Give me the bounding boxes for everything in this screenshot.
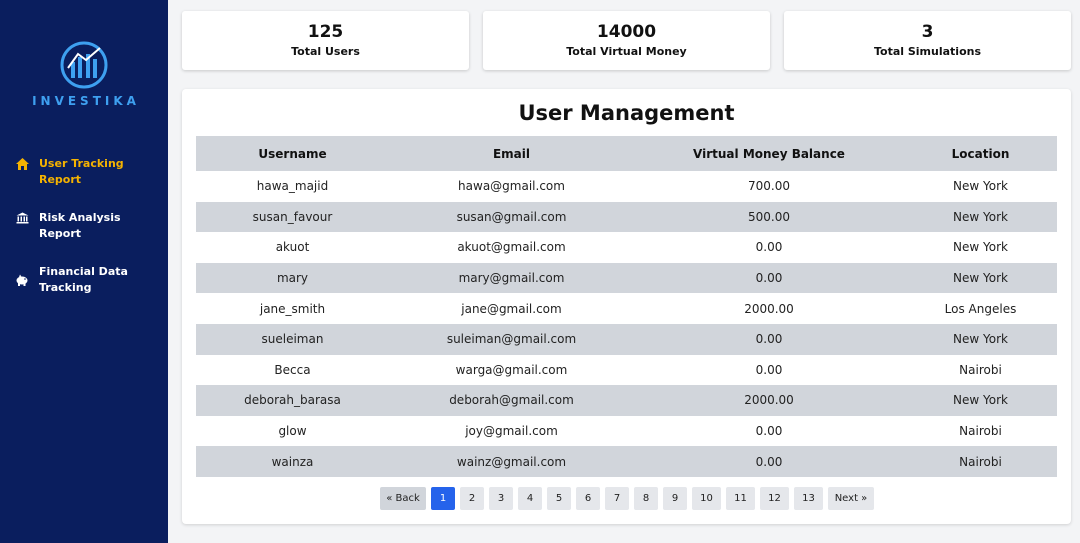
- cell-username: wainza: [196, 446, 389, 477]
- stat-label: Total Simulations: [873, 45, 982, 58]
- pagination: « Back 1 2 3 4 5 6 7 8 9 10 11 12 13 Nex…: [380, 487, 879, 510]
- stat-card-total-simulations: 3 Total Simulations: [784, 11, 1071, 70]
- pagination-page-5[interactable]: 5: [547, 487, 571, 510]
- pagination-page-11[interactable]: 11: [726, 487, 755, 510]
- cell-balance: 0.00: [634, 446, 904, 477]
- column-header-email: Email: [389, 136, 634, 171]
- cell-email: warga@gmail.com: [455, 362, 568, 377]
- cell-username: susan_favour: [196, 201, 389, 233]
- piggy-bank-icon: [14, 272, 30, 288]
- home-icon: [14, 156, 30, 172]
- cell-email: jane@gmail.com: [461, 301, 562, 316]
- cell-location: New York: [953, 179, 1008, 194]
- table-row: deborah_barasa deborah@gmail.com 2000.00…: [196, 385, 1057, 416]
- cell-balance: 700.00: [748, 179, 790, 194]
- cell-location: Los Angeles: [944, 301, 1017, 316]
- stat-label: Total Users: [291, 45, 360, 58]
- cell-location: New York: [904, 323, 1057, 355]
- stat-value: 14000: [596, 22, 657, 42]
- sidebar-item-label: Risk Analysis Report: [39, 211, 121, 240]
- pagination-page-13[interactable]: 13: [794, 487, 823, 510]
- sidebar-item-financial-data-tracking[interactable]: Financial Data Tracking: [14, 264, 164, 296]
- cell-username: deborah_barasa: [196, 385, 389, 416]
- cell-email: susan@gmail.com: [389, 201, 634, 233]
- cell-balance: 0.00: [755, 240, 783, 255]
- pagination-page-6[interactable]: 6: [576, 487, 600, 510]
- cell-email: suleiman@gmail.com: [389, 323, 634, 355]
- cell-balance: 2000.00: [744, 301, 794, 316]
- cell-email: joy@gmail.com: [465, 424, 558, 439]
- cell-location: New York: [904, 385, 1057, 416]
- pagination-page-2[interactable]: 2: [460, 487, 484, 510]
- cell-balance: 0.00: [634, 262, 904, 294]
- cell-email: deborah@gmail.com: [389, 385, 634, 416]
- sidebar-item-user-tracking-report[interactable]: User Tracking Report: [14, 156, 164, 188]
- stat-label: Total Virtual Money: [566, 45, 687, 58]
- cell-location: Nairobi: [959, 424, 1002, 439]
- table-row: wainza wainz@gmail.com 0.00 Nairobi: [196, 446, 1057, 477]
- cell-location: New York: [904, 201, 1057, 233]
- cell-location: New York: [904, 262, 1057, 294]
- sidebar: INVESTIKA User Tracking Report Risk Anal…: [0, 0, 168, 543]
- pagination-page-10[interactable]: 10: [692, 487, 721, 510]
- cell-balance: 0.00: [755, 362, 783, 377]
- cell-username: akuot: [275, 240, 310, 255]
- pagination-page-8[interactable]: 8: [634, 487, 658, 510]
- cell-username: Becca: [274, 362, 311, 377]
- table-row: jane_smith jane@gmail.com 2000.00 Los An…: [196, 293, 1057, 324]
- stat-value: 3: [921, 22, 934, 42]
- pagination-page-9[interactable]: 9: [663, 487, 687, 510]
- pagination-page-12[interactable]: 12: [760, 487, 789, 510]
- cell-balance: 0.00: [755, 424, 783, 439]
- pagination-page-4[interactable]: 4: [518, 487, 542, 510]
- cell-email: hawa@gmail.com: [458, 179, 565, 194]
- cell-username: sueleiman: [196, 323, 389, 355]
- bank-icon: [14, 210, 30, 226]
- sidebar-item-label: User Tracking Report: [39, 157, 124, 186]
- table-row: glow joy@gmail.com 0.00 Nairobi: [196, 416, 1057, 447]
- pagination-page-1[interactable]: 1: [431, 487, 455, 510]
- page-title: User Management: [518, 101, 735, 125]
- cell-email: akuot@gmail.com: [457, 240, 566, 255]
- table-row: akuot akuot@gmail.com 0.00 New York: [196, 232, 1057, 263]
- cell-location: Nairobi: [959, 362, 1002, 377]
- table-header-row: Username Email Virtual Money Balance Loc…: [196, 136, 1057, 171]
- cell-email: wainz@gmail.com: [389, 446, 634, 477]
- column-header-location: Location: [904, 136, 1057, 171]
- table-row: hawa_majid hawa@gmail.com 700.00 New Yor…: [196, 171, 1057, 202]
- stat-card-total-virtual-money: 14000 Total Virtual Money: [483, 11, 770, 70]
- brand-name: INVESTIKA: [32, 94, 140, 108]
- cell-location: New York: [953, 240, 1008, 255]
- cell-balance: 500.00: [634, 201, 904, 233]
- pagination-page-7[interactable]: 7: [605, 487, 629, 510]
- cell-email: mary@gmail.com: [389, 262, 634, 294]
- user-table: Username Email Virtual Money Balance Loc…: [196, 136, 1057, 477]
- table-row: sueleiman suleiman@gmail.com 0.00 New Yo…: [196, 323, 1057, 355]
- column-header-username: Username: [196, 136, 389, 171]
- cell-username: mary: [196, 262, 389, 294]
- column-header-balance: Virtual Money Balance: [634, 136, 904, 171]
- cell-balance: 0.00: [634, 323, 904, 355]
- user-management-panel: User Management Username Email Virtual M…: [182, 89, 1071, 524]
- pagination-back-button[interactable]: « Back: [380, 487, 426, 510]
- cell-location: Nairobi: [904, 446, 1057, 477]
- pagination-next-button[interactable]: Next »: [828, 487, 874, 510]
- stat-card-total-users: 125 Total Users: [182, 11, 469, 70]
- table-row: mary mary@gmail.com 0.00 New York: [196, 262, 1057, 294]
- sidebar-item-risk-analysis-report[interactable]: Risk Analysis Report: [14, 210, 164, 242]
- brand-logo[interactable]: INVESTIKA: [0, 40, 168, 108]
- stat-value: 125: [307, 22, 344, 42]
- investika-logo-icon: [60, 41, 108, 89]
- cell-username: hawa_majid: [256, 179, 329, 194]
- sidebar-item-label: Financial Data Tracking: [39, 265, 128, 294]
- cell-username: jane_smith: [259, 301, 326, 316]
- pagination-page-3[interactable]: 3: [489, 487, 513, 510]
- table-row: Becca warga@gmail.com 0.00 Nairobi: [196, 355, 1057, 386]
- cell-balance: 2000.00: [634, 385, 904, 416]
- table-row: susan_favour susan@gmail.com 500.00 New …: [196, 201, 1057, 233]
- cell-username: glow: [278, 424, 307, 439]
